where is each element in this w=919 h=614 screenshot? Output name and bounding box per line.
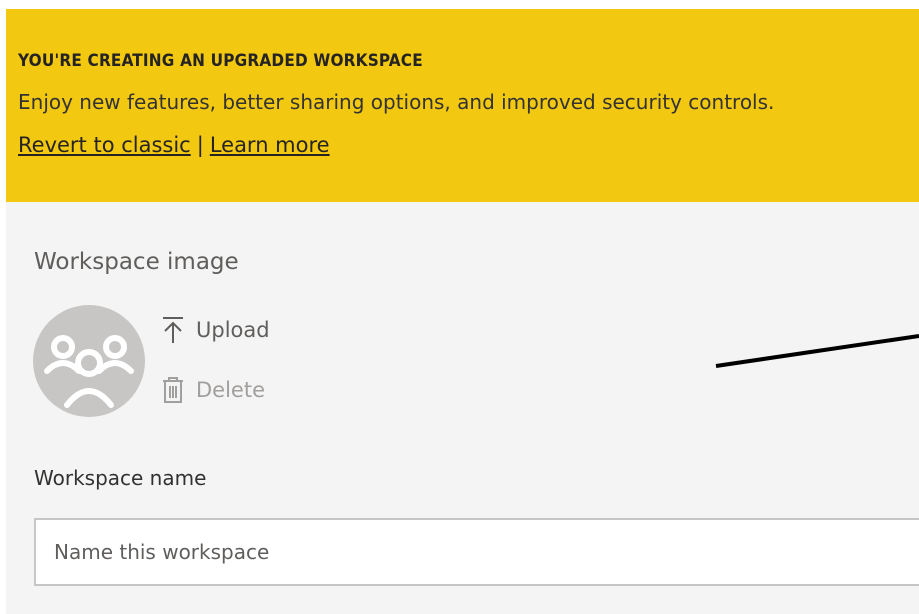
delete-label: Delete xyxy=(196,378,265,402)
group-people-icon xyxy=(44,335,134,408)
link-separator: | xyxy=(196,133,204,157)
banner-title: YOU'RE CREATING AN UPGRADED WORKSPACE xyxy=(18,51,423,71)
workspace-avatar xyxy=(33,305,145,417)
upgrade-banner: YOU'RE CREATING AN UPGRADED WORKSPACE En… xyxy=(6,9,919,202)
workspace-image-label: Workspace image xyxy=(34,249,239,275)
banner-subtitle: Enjoy new features, better sharing optio… xyxy=(18,90,775,114)
trash-icon xyxy=(160,375,186,405)
banner-links: Revert to classic | Learn more xyxy=(18,133,330,157)
upload-label: Upload xyxy=(196,318,270,342)
workspace-name-label: Workspace name xyxy=(34,466,207,490)
upload-button[interactable]: Upload xyxy=(160,315,270,345)
create-workspace-panel: YOU'RE CREATING AN UPGRADED WORKSPACE En… xyxy=(6,9,919,614)
workspace-name-input[interactable] xyxy=(34,518,919,586)
upload-arrow-icon xyxy=(160,315,186,345)
revert-to-classic-link[interactable]: Revert to classic xyxy=(18,133,191,157)
learn-more-link[interactable]: Learn more xyxy=(210,133,330,157)
delete-button[interactable]: Delete xyxy=(160,375,265,405)
